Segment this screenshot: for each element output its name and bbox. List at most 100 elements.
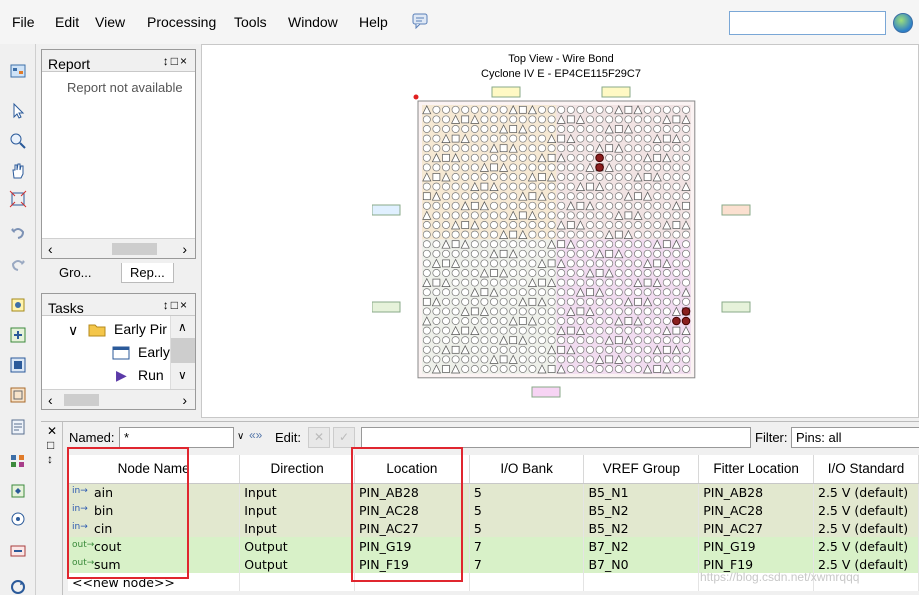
io-standard-cell[interactable]: 2.5 V (default) <box>813 501 919 519</box>
io-pin[interactable] <box>614 297 623 306</box>
io-pin[interactable] <box>672 105 681 114</box>
io-pin[interactable] <box>518 278 527 287</box>
io-pin[interactable] <box>518 345 527 354</box>
direction-cell[interactable]: Output <box>239 555 356 573</box>
io-pin[interactable] <box>662 182 671 191</box>
config-pin[interactable] <box>499 355 508 364</box>
io-pin[interactable] <box>653 269 662 277</box>
io-pin[interactable] <box>547 115 556 124</box>
io-standard-cell[interactable]: 2.5 V (default) <box>813 519 919 537</box>
io-pin[interactable] <box>595 365 604 373</box>
io-pin[interactable] <box>605 297 614 306</box>
fit-window-icon[interactable] <box>9 190 27 208</box>
io-pin[interactable] <box>461 288 470 297</box>
column-header-fitter-location[interactable]: Fitter Location <box>698 455 814 484</box>
io-pin[interactable] <box>682 192 690 201</box>
io-pin[interactable] <box>422 153 431 162</box>
io-pin[interactable] <box>442 297 450 306</box>
io-pin[interactable] <box>653 336 662 345</box>
io-pin[interactable] <box>624 345 633 354</box>
io-pin[interactable] <box>470 345 479 354</box>
vref-group-cell[interactable]: B5_N2 <box>583 519 700 537</box>
io-pin[interactable] <box>509 201 518 210</box>
tasks-vscrollbar[interactable]: ∧ ∨ <box>170 316 195 389</box>
io-pin[interactable] <box>518 163 527 172</box>
io-pin[interactable] <box>653 144 662 153</box>
scroll-thumb[interactable] <box>171 338 195 363</box>
io-pin[interactable] <box>509 278 518 287</box>
io-pin[interactable] <box>682 230 690 239</box>
io-pin[interactable] <box>614 173 623 181</box>
config-pin[interactable] <box>595 269 604 277</box>
io-pin[interactable] <box>470 163 479 172</box>
io-pin[interactable] <box>451 192 460 201</box>
config-pin[interactable] <box>422 192 431 201</box>
io-pin[interactable] <box>643 240 652 249</box>
config-pin[interactable] <box>461 115 470 124</box>
io-pin[interactable] <box>442 105 450 114</box>
io-pin[interactable] <box>442 125 450 133</box>
io-pin[interactable] <box>432 211 441 220</box>
io-pin[interactable] <box>634 307 642 316</box>
io-pin[interactable] <box>528 249 537 258</box>
table-row[interactable]: in→ bin Input PIN_AC28 5 B5_N2 PIN_AC28 2… <box>68 501 919 519</box>
io-pin[interactable] <box>432 230 441 239</box>
io-pin[interactable] <box>605 317 614 325</box>
io-pin[interactable] <box>624 288 633 297</box>
io-pin[interactable] <box>518 307 527 316</box>
io-pin[interactable] <box>442 326 450 335</box>
run-icon[interactable]: ▶ <box>116 367 127 384</box>
io-pin[interactable] <box>662 192 671 201</box>
io-pin[interactable] <box>605 288 614 297</box>
io-pin[interactable] <box>576 163 585 172</box>
io-pin[interactable] <box>576 153 585 162</box>
tab-report[interactable]: Rep... <box>121 263 174 283</box>
io-pin[interactable] <box>653 297 662 306</box>
io-pin[interactable] <box>499 278 508 287</box>
io-pin[interactable] <box>634 134 642 143</box>
io-pin[interactable] <box>490 297 498 306</box>
io-pin[interactable] <box>451 317 460 325</box>
io-pin[interactable] <box>624 307 633 316</box>
io-pin[interactable] <box>432 163 441 172</box>
task-item[interactable]: Early Pir <box>114 321 167 337</box>
io-pin[interactable] <box>682 249 690 258</box>
io-pin[interactable] <box>480 317 489 325</box>
io-pin[interactable] <box>442 317 450 325</box>
fitter-location-cell[interactable]: PIN_AC27 <box>698 519 814 537</box>
io-pin[interactable] <box>451 105 460 114</box>
float-icon[interactable]: □ <box>47 438 54 452</box>
io-pin[interactable] <box>490 230 498 239</box>
io-pin[interactable] <box>662 317 671 325</box>
io-pin[interactable] <box>432 345 441 354</box>
pin-assign-icon[interactable] <box>9 296 27 314</box>
io-pin[interactable] <box>672 355 681 364</box>
io-bank-cell[interactable]: 7 <box>469 537 585 555</box>
io-pin[interactable] <box>576 134 585 143</box>
io-pin[interactable] <box>605 105 614 114</box>
column-header-direction[interactable]: Direction <box>239 455 356 484</box>
config-pin[interactable] <box>672 221 681 229</box>
io-pin[interactable] <box>509 365 518 373</box>
selection-tool-icon[interactable] <box>9 102 27 120</box>
io-pin[interactable] <box>614 134 623 143</box>
io-pin[interactable] <box>538 201 546 210</box>
config-pin[interactable] <box>672 115 681 124</box>
io-pin[interactable] <box>643 105 652 114</box>
io-pin[interactable] <box>480 259 489 268</box>
assigned-pin[interactable] <box>595 163 604 172</box>
io-pin[interactable] <box>662 249 671 258</box>
io-pin[interactable] <box>490 307 498 316</box>
io-pin[interactable] <box>470 105 479 114</box>
io-pin[interactable] <box>547 211 556 220</box>
vref-group-cell[interactable]: B5_N2 <box>583 501 700 519</box>
io-pin[interactable] <box>624 144 633 153</box>
io-pin[interactable] <box>614 182 623 191</box>
io-pin[interactable] <box>672 153 681 162</box>
io-pin[interactable] <box>470 365 479 373</box>
io-pin[interactable] <box>576 125 585 133</box>
config-pin[interactable] <box>547 153 556 162</box>
io-pin[interactable] <box>422 355 431 364</box>
globe-icon[interactable] <box>893 13 913 33</box>
io-pin[interactable] <box>662 288 671 297</box>
